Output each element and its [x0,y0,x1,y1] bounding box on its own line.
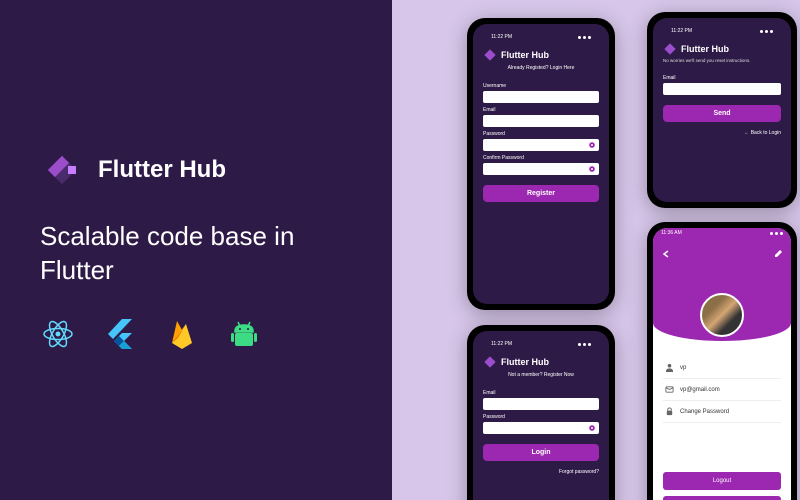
profile-buttons: Logout Delete Account [653,466,791,500]
flutter-hub-logo-icon [483,355,497,369]
password-label: Password [483,414,599,420]
person-icon [665,363,674,372]
phone-register: 11:22 PM Flutter Hub Already Registed? L… [467,18,615,310]
visibility-icon[interactable] [588,165,596,173]
brand-name: Flutter Hub [98,156,226,184]
email-input[interactable] [663,83,781,95]
back-to-login-link[interactable]: ← Back to Login [663,130,781,136]
visibility-icon[interactable] [588,141,596,149]
email-input[interactable] [483,398,599,410]
flutter-hub-logo-icon [40,148,84,192]
tech-icons-row [40,316,352,352]
username-input[interactable] [483,91,599,103]
android-icon [226,316,262,352]
app-title: Flutter Hub [501,357,549,367]
profile-list: vp vp@gmail.com Change Password [653,341,791,466]
email-label: Email [483,107,599,113]
email-label: Email [483,390,599,396]
confirm-password-label: Confirm Password [483,155,599,161]
app-title: Flutter Hub [501,50,549,60]
hero-panel: Flutter Hub Scalable code base in Flutte… [0,0,392,500]
status-bar: 11:22 PM [663,26,781,36]
phone-reset: 11:22 PM Flutter Hub No worries we'll se… [647,12,797,208]
register-link-text[interactable]: Not a member? Register Now [483,372,599,378]
email-icon [665,385,674,394]
flutter-hub-logo-icon [663,42,677,56]
login-link-text[interactable]: Already Registed? Login Here [483,65,599,71]
react-icon [40,316,76,352]
profile-header [653,238,791,270]
profile-name-value: vp [680,365,686,371]
brand-row: Flutter Hub [40,148,352,192]
password-label: Password [483,131,599,137]
change-password-row[interactable]: Change Password [663,401,781,423]
avatar-section [653,269,791,341]
reset-instructions: No worries we'll send you reset instruct… [663,58,781,63]
back-arrow-icon[interactable] [661,249,671,259]
change-password-label: Change Password [680,409,729,415]
tagline: Scalable code base in Flutter [40,220,352,288]
status-bar: 11:36 AM [653,228,791,238]
username-label: Username [483,83,599,89]
status-bar: 11:22 PM [483,32,599,42]
phone-profile: 11:36 AM vp vp@gmail.com Change Password… [647,222,797,500]
firebase-icon [164,316,200,352]
send-button[interactable]: Send [663,105,781,122]
confirm-password-input[interactable] [483,163,599,175]
flutter-icon [102,316,138,352]
phone-login: 11:22 PM Flutter Hub Not a member? Regis… [467,325,615,500]
flutter-hub-logo-icon [483,48,497,62]
profile-name-row: vp [663,357,781,379]
profile-email-row: vp@gmail.com [663,379,781,401]
mockups-panel: 11:22 PM Flutter Hub Already Registed? L… [392,0,800,500]
lock-icon [665,407,674,416]
status-bar: 11:22 PM [483,339,599,349]
edit-icon[interactable] [773,249,783,259]
email-input[interactable] [483,115,599,127]
profile-email-value: vp@gmail.com [680,387,720,393]
app-header: Flutter Hub [483,48,599,62]
logout-button[interactable]: Logout [663,472,781,490]
app-header: Flutter Hub [483,355,599,369]
app-title: Flutter Hub [681,44,729,54]
visibility-icon[interactable] [588,424,596,432]
login-button[interactable]: Login [483,444,599,461]
email-label: Email [663,75,781,81]
password-input[interactable] [483,139,599,151]
register-button[interactable]: Register [483,185,599,202]
app-header: Flutter Hub [663,42,781,56]
forgot-password-link[interactable]: Forgot password? [483,469,599,475]
delete-account-button[interactable]: Delete Account [663,496,781,500]
avatar[interactable] [700,293,744,337]
password-input[interactable] [483,422,599,434]
